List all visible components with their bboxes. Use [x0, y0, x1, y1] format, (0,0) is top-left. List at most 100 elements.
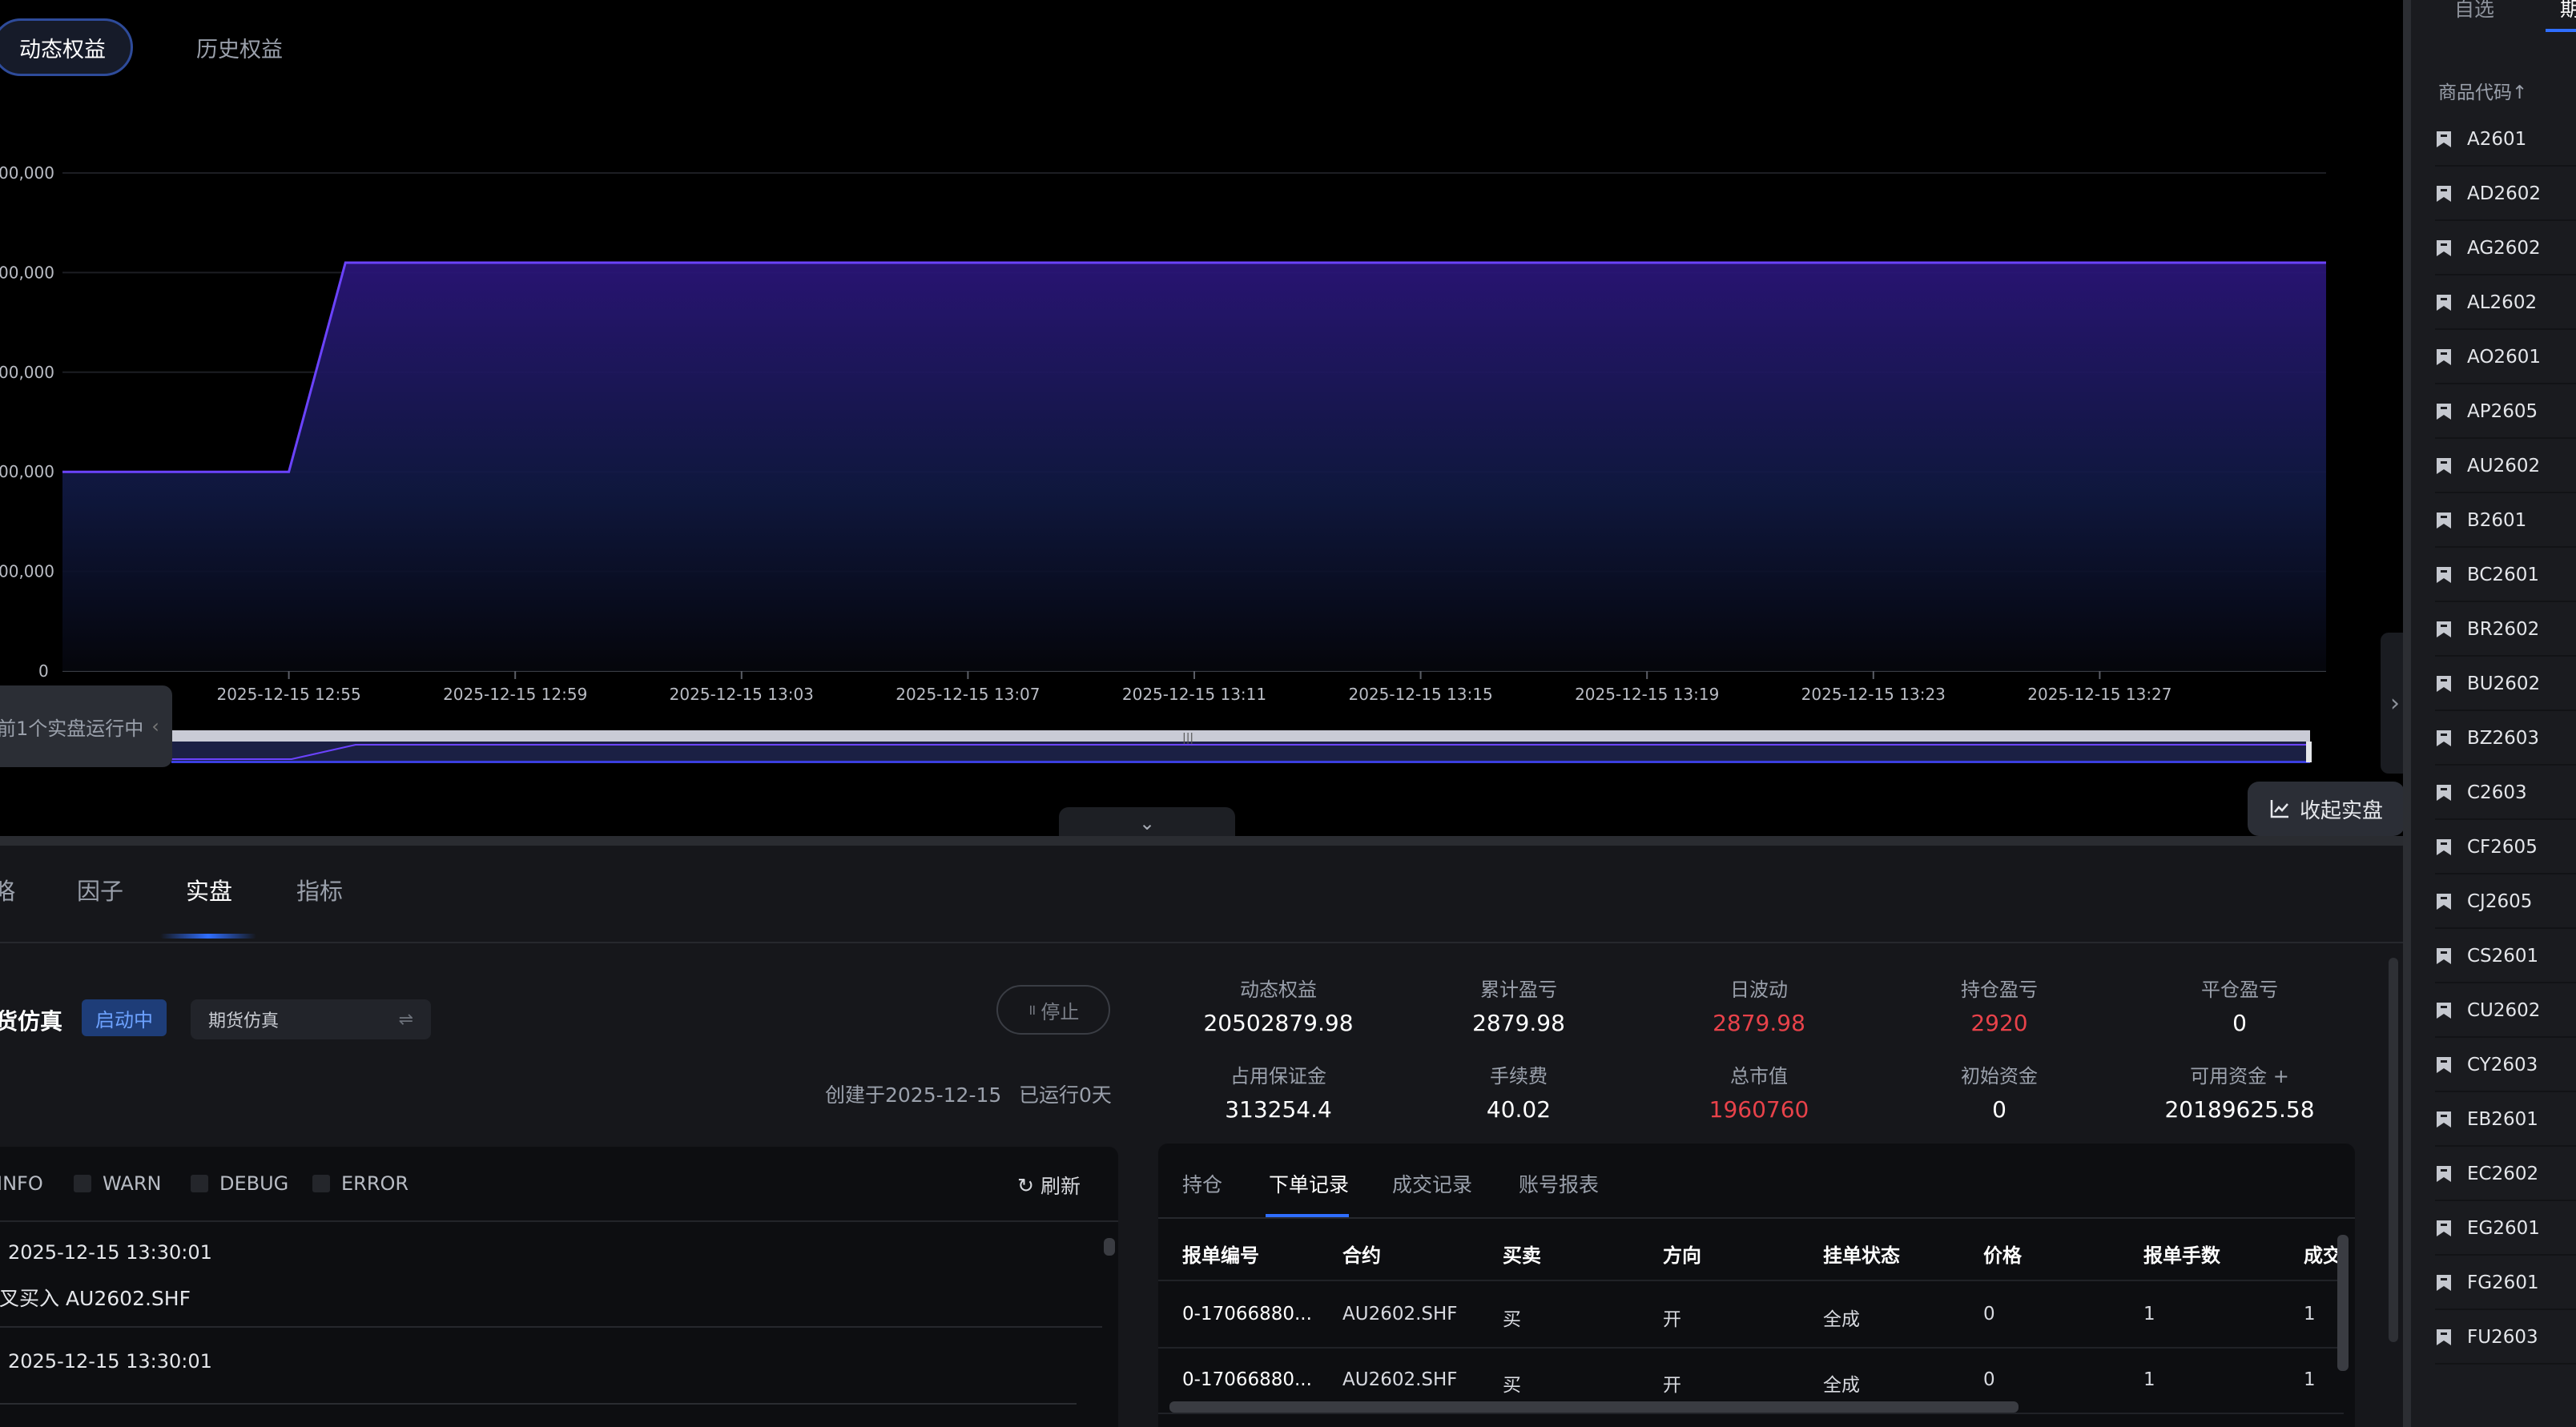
list-item[interactable]: AG2602	[2435, 223, 2576, 275]
bookmark-icon[interactable]	[2435, 348, 2453, 367]
bookmark-icon[interactable]	[2435, 1055, 2453, 1075]
list-item[interactable]: FU2603	[2435, 1312, 2576, 1365]
bookmark-icon[interactable]	[2435, 1273, 2453, 1292]
stat-item: 初始资金 0	[1879, 1060, 2119, 1123]
column-header[interactable]: 方向	[1663, 1240, 1701, 1268]
list-item[interactable]: BZ2603	[2435, 713, 2576, 766]
column-header-product-code[interactable]: 商品代码↑	[2438, 77, 2527, 104]
bookmark-icon[interactable]	[2435, 239, 2453, 258]
column-header[interactable]: 报单编号	[1182, 1240, 1259, 1268]
zoom-slider[interactable]: |||	[171, 727, 2315, 766]
bookmark-icon[interactable]	[2435, 511, 2453, 530]
orders-v-scrollbar[interactable]	[2337, 1235, 2349, 1371]
product-code: EG2601	[2467, 1218, 2540, 1239]
list-item[interactable]: AO2601	[2435, 332, 2576, 384]
chevron-left-icon: ‹	[151, 715, 159, 738]
bookmark-icon[interactable]	[2435, 1219, 2453, 1238]
list-item[interactable]: AU2602	[2435, 440, 2576, 493]
product-code: FU2603	[2467, 1327, 2538, 1348]
stat-item: 占用保证金 313254.4	[1158, 1060, 1399, 1123]
column-header[interactable]: 报单手数	[2143, 1240, 2220, 1268]
bookmark-icon[interactable]	[2435, 947, 2453, 966]
list-item[interactable]: A2601	[2435, 114, 2576, 167]
tab-positions[interactable]: 持仓	[1182, 1169, 1222, 1198]
checkbox[interactable]	[312, 1175, 330, 1192]
column-header[interactable]: 合约	[1342, 1240, 1381, 1268]
column-header[interactable]: 成交	[2304, 1240, 2342, 1268]
filter-warn[interactable]: WARN	[74, 1172, 161, 1195]
filter-info[interactable]: INFO	[0, 1172, 43, 1195]
bookmark-icon[interactable]	[2435, 565, 2453, 585]
bookmark-icon[interactable]	[2435, 293, 2453, 312]
stat-item: 可用资金 + 20189625.58	[2119, 1060, 2360, 1123]
tab-factor[interactable]: 因子	[77, 873, 123, 906]
x-tick-label: 2025-12-15 13:19	[1575, 685, 1719, 704]
x-tick-label: 2025-12-15 13:23	[1801, 685, 1946, 704]
list-item[interactable]: AL2602	[2435, 277, 2576, 330]
column-header[interactable]: 价格	[1983, 1240, 2022, 1268]
lower-scrollbar[interactable]	[2389, 958, 2398, 1342]
tab-order-records[interactable]: 下单记录	[1269, 1169, 1349, 1198]
list-item[interactable]: CJ2605	[2435, 876, 2576, 929]
bookmark-icon[interactable]	[2435, 1164, 2453, 1184]
list-item[interactable]: EB2601	[2435, 1094, 2576, 1147]
tab-live[interactable]: 实盘	[186, 873, 232, 906]
collapse-chart-handle[interactable]: ⌄	[1059, 807, 1235, 839]
list-item[interactable]: B2601	[2435, 495, 2576, 548]
list-item[interactable]: BR2602	[2435, 604, 2576, 657]
bookmark-icon[interactable]	[2435, 1110, 2453, 1129]
list-item[interactable]: CF2605	[2435, 822, 2576, 874]
x-tick-label: 2025-12-15 13:11	[1122, 685, 1266, 704]
tab-strategy[interactable]: 略	[0, 873, 15, 906]
tab-account-report[interactable]: 账号报表	[1519, 1169, 1599, 1198]
refresh-button[interactable]: ↻ 刷新	[1017, 1171, 1081, 1200]
bookmark-icon[interactable]	[2435, 1328, 2453, 1347]
bookmark-icon[interactable]	[2435, 729, 2453, 748]
stop-button[interactable]: ॥ 停止	[996, 985, 1110, 1035]
tab-trade-records[interactable]: 成交记录	[1392, 1169, 1472, 1198]
bookmark-icon[interactable]	[2435, 838, 2453, 857]
bookmark-icon[interactable]	[2435, 674, 2453, 693]
x-tick-label: 2025-12-15 13:15	[1348, 685, 1492, 704]
column-header[interactable]: 挂单状态	[1823, 1240, 1900, 1268]
list-item[interactable]: EG2601	[2435, 1203, 2576, 1256]
column-header[interactable]: 买卖	[1503, 1240, 1541, 1268]
list-item[interactable]: FG2601	[2435, 1257, 2576, 1310]
filter-error[interactable]: ERROR	[312, 1172, 409, 1195]
bookmark-icon[interactable]	[2435, 456, 2453, 476]
list-item[interactable]: EC2602	[2435, 1148, 2576, 1201]
product-code: CS2601	[2467, 946, 2539, 967]
list-item[interactable]: C2603	[2435, 767, 2576, 820]
collapse-live-button[interactable]: 收起实盘	[2248, 782, 2405, 836]
filter-debug-label: DEBUG	[219, 1172, 289, 1195]
list-item[interactable]: CU2602	[2435, 985, 2576, 1038]
bookmark-icon[interactable]	[2435, 402, 2453, 421]
tab-watchlist[interactable]: 自选	[2454, 0, 2494, 22]
list-item[interactable]: BU2602	[2435, 658, 2576, 711]
orders-h-scrollbar[interactable]	[1169, 1401, 2019, 1413]
list-item[interactable]: CS2601	[2435, 931, 2576, 983]
mode-select[interactable]: 期货仿真 ⇌	[191, 999, 431, 1039]
y-tick-label: 0	[38, 661, 49, 681]
log-scrollbar[interactable]	[1104, 1238, 1115, 1256]
tab-futures[interactable]: 期	[2560, 0, 2576, 22]
bookmark-icon[interactable]	[2435, 783, 2453, 802]
bookmark-icon[interactable]	[2435, 892, 2453, 911]
bookmark-icon[interactable]	[2435, 620, 2453, 639]
filter-debug[interactable]: DEBUG	[191, 1172, 288, 1195]
running-badge[interactable]: 前1个实盘运行中 ‹	[0, 685, 172, 767]
list-item[interactable]: AD2602	[2435, 168, 2576, 221]
tab-dynamic-equity[interactable]: 动态权益	[0, 18, 133, 76]
tab-indicator[interactable]: 指标	[296, 873, 343, 906]
bookmark-icon[interactable]	[2435, 130, 2453, 149]
list-item[interactable]: BC2601	[2435, 549, 2576, 602]
list-item[interactable]: CY2603	[2435, 1039, 2576, 1092]
tab-historical-equity[interactable]: 历史权益	[160, 18, 319, 76]
checkbox[interactable]	[191, 1175, 208, 1192]
panel-divider[interactable]	[0, 836, 2411, 846]
list-item[interactable]: AP2605	[2435, 386, 2576, 439]
bookmark-icon[interactable]	[2435, 1001, 2453, 1020]
bookmark-icon[interactable]	[2435, 184, 2453, 203]
equity-chart: 00,000 00,000 00,000 00,000 00,000 0 2025-12-…	[0, 163, 2326, 704]
checkbox[interactable]	[74, 1175, 91, 1192]
